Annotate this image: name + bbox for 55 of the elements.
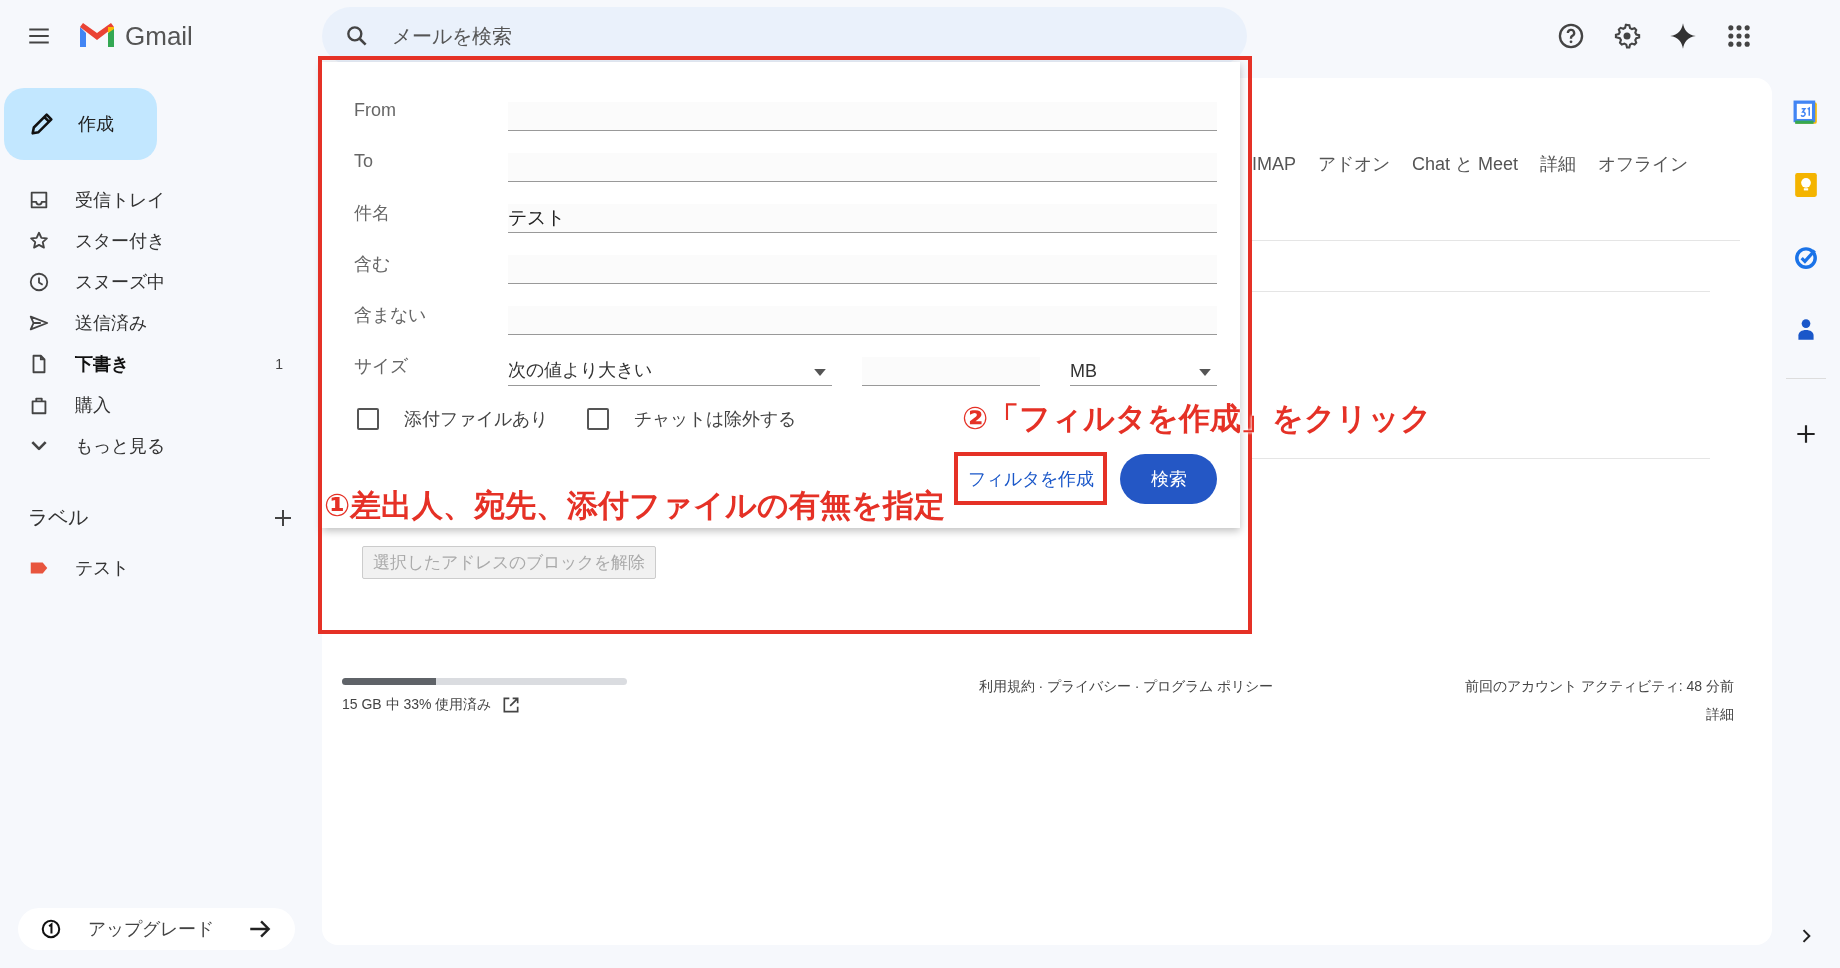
external-link-icon[interactable] (501, 695, 522, 715)
details-link[interactable]: 詳細 (1706, 706, 1734, 724)
input-field[interactable] (508, 255, 1217, 284)
caret-icon (814, 368, 826, 376)
input-field[interactable] (508, 153, 1217, 182)
settings-tab[interactable]: IMAP (1252, 153, 1296, 175)
settings-tab[interactable]: アドオン (1318, 152, 1390, 176)
input-field[interactable]: テスト (508, 204, 1217, 233)
pencil-icon (28, 110, 56, 138)
sparkle-icon[interactable] (1669, 22, 1697, 50)
nav-item[interactable]: スター付き (0, 220, 295, 261)
labels-heading: ラベル (28, 505, 88, 530)
upgrade-button[interactable]: アップグレード (18, 908, 295, 950)
compose-button[interactable]: 作成 (4, 88, 157, 160)
search-button[interactable]: 検索 (1120, 453, 1217, 504)
chevron-down-icon (31, 440, 47, 451)
settings-tab[interactable]: オフライン (1598, 152, 1689, 176)
input-field[interactable] (508, 306, 1217, 335)
number-one-icon (40, 918, 62, 940)
nav-item[interactable]: 送信済み (0, 302, 295, 343)
app-name: Gmail (125, 20, 193, 52)
label-item[interactable]: テスト (0, 547, 295, 588)
size-operator-dropdown[interactable]: 次の値より大きい (508, 357, 832, 386)
clock-icon (28, 270, 50, 293)
field-label: From (354, 100, 397, 121)
calendar-icon[interactable] (1793, 100, 1819, 126)
size-unit-dropdown[interactable]: MB (1070, 357, 1217, 386)
checkbox[interactable] (587, 408, 609, 430)
checkbox-label: 添付ファイルあり (404, 408, 548, 431)
caret-icon (1199, 368, 1211, 376)
footer-links[interactable]: 利用規約 · プライバシー · プログラム ポリシー (978, 678, 1274, 724)
field-label: 件名 (354, 201, 391, 225)
field-label: 含む (354, 252, 391, 276)
nav-item[interactable]: もっと見る (0, 425, 295, 466)
field-label: To (354, 151, 374, 172)
settings-icon[interactable] (1613, 22, 1641, 50)
nav-item[interactable]: 受信トレイ (0, 179, 295, 220)
apps-grid-icon[interactable] (1725, 22, 1753, 50)
field-label: サイズ (354, 354, 409, 378)
nav-item[interactable]: 下書き 1 (0, 343, 295, 384)
nav-item[interactable]: スヌーズ中 (0, 261, 295, 302)
create-filter-button[interactable]: フィルタを作成 (954, 452, 1107, 505)
field-label: 含まない (354, 303, 427, 327)
input-field[interactable] (508, 102, 1217, 131)
storage-text: 15 GB 中 33% 使用済み (342, 696, 492, 714)
annotation-text: ①差出人、宛先、添付ファイルの有無を指定 (324, 487, 946, 525)
tasks-icon[interactable] (1793, 244, 1819, 270)
help-icon[interactable] (1557, 22, 1585, 50)
nav-item[interactable]: 購入 (0, 384, 295, 425)
size-input[interactable] (862, 357, 1040, 386)
settings-tab[interactable]: Chat と Meet (1412, 152, 1519, 176)
checkbox-label: チャットは除外する (634, 408, 796, 431)
activity-text: 前回のアカウント アクティビティ: 48 分前 (1464, 678, 1734, 696)
settings-tab[interactable]: 詳細 (1540, 152, 1577, 176)
checkbox[interactable] (357, 408, 379, 430)
